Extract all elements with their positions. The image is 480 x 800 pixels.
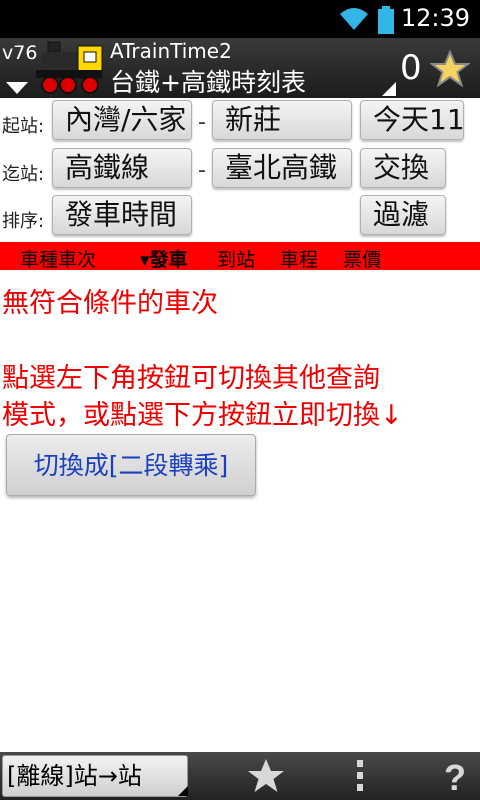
favorite-count: 0 bbox=[400, 48, 422, 88]
column-header-bar: 車種車次 ▾發車 到站 車程 票價 bbox=[0, 242, 480, 272]
swap-button[interactable]: 交換 bbox=[360, 148, 446, 188]
train-logo-icon[interactable] bbox=[36, 40, 106, 96]
no-result-message: 無符合條件的車次 bbox=[2, 288, 218, 319]
favorite-star-icon[interactable] bbox=[430, 50, 470, 88]
corner-indicator-icon bbox=[382, 82, 396, 96]
filter-button[interactable]: 過濾 bbox=[360, 195, 446, 235]
column-fare[interactable]: 票價 bbox=[343, 245, 381, 272]
more-options-icon[interactable] bbox=[354, 758, 366, 794]
bottom-bar: [離線]站→站 ? bbox=[0, 752, 480, 800]
date-button[interactable]: 今天11 bbox=[360, 100, 464, 140]
app-subtitle: 台鐵+高鐵時刻表 bbox=[110, 68, 306, 97]
app-name: ATrainTime2 bbox=[110, 39, 232, 63]
mode-corner-icon bbox=[178, 786, 188, 796]
sort-label: 排序: bbox=[2, 211, 45, 232]
status-bar: 12:39 bbox=[0, 0, 480, 38]
column-depart[interactable]: ▾發車 bbox=[140, 245, 188, 272]
favorites-star-icon[interactable] bbox=[246, 758, 286, 794]
hint-line-2: 模式，或點選下方按鈕立即切換↓ bbox=[2, 400, 403, 431]
column-duration[interactable]: 車程 bbox=[280, 245, 318, 272]
status-time: 12:39 bbox=[400, 4, 470, 32]
wifi-icon bbox=[340, 8, 368, 30]
from-station-label: 起站: bbox=[2, 116, 45, 137]
from-area-button[interactable]: 內灣/六家 bbox=[52, 100, 192, 140]
switch-mode-button[interactable]: 切換成[二段轉乘] bbox=[6, 434, 256, 496]
query-mode-button[interactable]: [離線]站→站 bbox=[2, 755, 188, 797]
version-label: v76 bbox=[2, 42, 38, 64]
help-icon[interactable]: ? bbox=[442, 758, 468, 796]
from-dash: - bbox=[198, 110, 206, 135]
sort-button[interactable]: 發車時間 bbox=[52, 195, 192, 235]
to-dash: - bbox=[198, 158, 206, 183]
to-station-button[interactable]: 臺北高鐵 bbox=[212, 148, 352, 188]
battery-icon bbox=[378, 6, 394, 34]
title-bar: v76 ATrainTime2 台鐵+高鐵時刻表 0 bbox=[0, 38, 480, 98]
column-train[interactable]: 車種車次 bbox=[20, 245, 96, 272]
to-station-label: 迄站: bbox=[2, 164, 45, 185]
from-station-button[interactable]: 新莊 bbox=[212, 100, 352, 140]
column-arrive[interactable]: 到站 bbox=[217, 245, 255, 272]
menu-dropdown-icon[interactable] bbox=[6, 82, 28, 94]
svg-text:?: ? bbox=[444, 758, 466, 796]
hint-line-1: 點選左下角按鈕可切換其他查詢 bbox=[2, 363, 380, 394]
to-area-button[interactable]: 高鐵線 bbox=[52, 148, 192, 188]
